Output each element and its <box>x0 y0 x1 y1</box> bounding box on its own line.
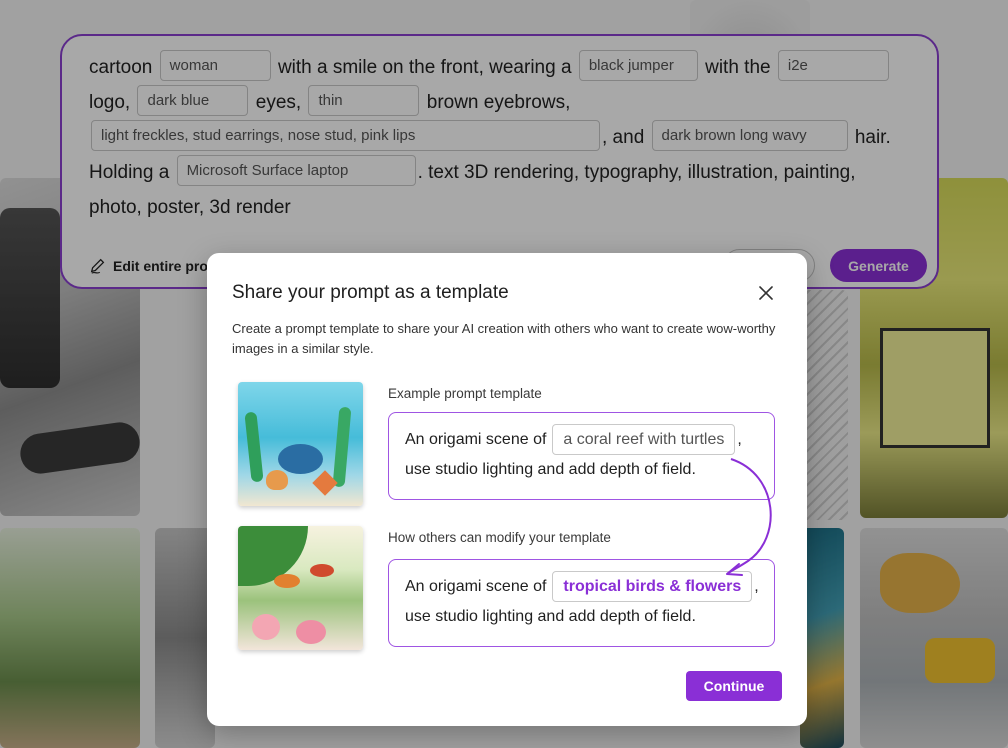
template-placeholder-field: a coral reef with turtles <box>552 424 736 455</box>
share-template-dialog: Share your prompt as a template Create a… <box>207 253 807 726</box>
close-button[interactable] <box>755 282 777 304</box>
dialog-description: Create a prompt template to share your A… <box>232 321 776 356</box>
example-image-coral-reef <box>238 382 363 506</box>
continue-button[interactable]: Continue <box>686 671 782 701</box>
example-template-label: Example prompt template <box>388 386 542 401</box>
template-text: use studio lighting and add depth of fie… <box>405 461 696 478</box>
template-text: use studio lighting and add depth of fie… <box>405 608 696 625</box>
template-text: , <box>737 430 742 448</box>
example-template-box: An origami scene of a coral reef with tu… <box>388 412 775 500</box>
modify-template-label: How others can modify your template <box>388 530 611 545</box>
example-image-tropical-birds <box>238 526 363 650</box>
template-text: , <box>754 577 759 595</box>
dialog-title: Share your prompt as a template <box>232 282 509 303</box>
template-modified-field: tropical birds & flowers <box>552 571 753 602</box>
template-text: An origami scene of <box>405 430 547 448</box>
close-icon <box>759 286 773 300</box>
template-text: An origami scene of <box>405 577 547 595</box>
modified-template-box: An origami scene of tropical birds & flo… <box>388 559 775 647</box>
